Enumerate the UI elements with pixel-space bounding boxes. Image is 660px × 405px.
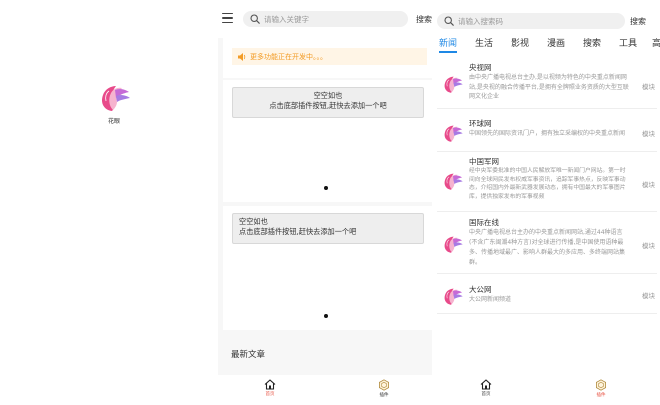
tab-more[interactable]: 高 bbox=[652, 36, 660, 49]
hexagon-plugin-icon bbox=[378, 379, 390, 391]
plugin-desc: 由中央广播电视总台主办,是以视频为特色的中央重点新闻网站,是央视的融合传播平台,… bbox=[469, 74, 629, 100]
plugin-type: 模块 bbox=[642, 83, 655, 91]
nav-label-plugins: 插件 bbox=[596, 393, 606, 398]
butterfly-logo-icon bbox=[442, 172, 464, 192]
notice-text: 更多功能正在开发中。。。 bbox=[250, 52, 327, 61]
home-icon bbox=[480, 379, 492, 390]
home-screen: 搜索 更多功能正在开发中。。。 空空如也 点击底部插件按钮,赶快去添加一个吧 空… bbox=[218, 0, 432, 405]
plugin-item[interactable]: 央视网 由中央广播电视总台主办,是以视频为特色的中央重点新闻网站,是央视的融合传… bbox=[437, 62, 657, 109]
tab-tools[interactable]: 工具 bbox=[619, 36, 637, 49]
top-bar: 搜索 bbox=[218, 0, 432, 38]
page-indicator-dot bbox=[324, 186, 328, 190]
tab-news[interactable]: 新闻 bbox=[439, 36, 457, 49]
speaker-icon bbox=[238, 52, 246, 61]
empty-title: 空空如也 bbox=[239, 217, 268, 226]
tab-comics[interactable]: 漫画 bbox=[547, 36, 565, 49]
search-icon bbox=[444, 16, 454, 26]
plugin-item[interactable]: 大公网 大公网新闻频道 模块 bbox=[437, 284, 657, 314]
plugin-name: 国际在线 bbox=[469, 218, 499, 227]
app-name: 花眼 bbox=[107, 118, 120, 125]
butterfly-logo-icon bbox=[98, 84, 132, 114]
butterfly-logo-icon bbox=[442, 287, 464, 307]
home-search-button[interactable]: 搜索 bbox=[416, 14, 432, 25]
plugin-name: 环球网 bbox=[469, 119, 492, 128]
empty-hint: 点击底部插件按钮,赶快去添加一个吧 bbox=[269, 101, 387, 110]
nav-label-home: 首页 bbox=[481, 392, 491, 397]
plugin-type: 模块 bbox=[642, 242, 655, 250]
splash-screen: 花眼 bbox=[0, 0, 218, 405]
nav-item-plugins[interactable]: 插件 bbox=[364, 379, 404, 398]
plugin-item[interactable]: 国际在线 中央广播电视总台主办的中央重点新闻网站,通过44种语言(不含广东闽潮4… bbox=[437, 217, 657, 274]
plugin-type: 模块 bbox=[642, 181, 655, 189]
plugin-type: 模块 bbox=[642, 292, 655, 300]
home-search-box[interactable] bbox=[243, 11, 408, 27]
plugin-item[interactable]: 环球网 中国领先的国际资讯门户，拥有独立采编权的中央重点新闻 模块 bbox=[437, 118, 657, 152]
latest-articles-title: 最新文章 bbox=[231, 350, 266, 360]
empty-hint: 点击底部插件按钮,赶快去添加一个吧 bbox=[239, 227, 357, 236]
tab-movies[interactable]: 影视 bbox=[511, 36, 529, 49]
home-icon bbox=[264, 379, 276, 390]
bottom-nav: 首页 插件 bbox=[218, 375, 432, 405]
nav-label-home: 首页 bbox=[265, 392, 275, 397]
plugin-type: 模块 bbox=[642, 130, 655, 138]
empty-plugin-box[interactable]: 空空如也 点击底部插件按钮,赶快去添加一个吧 bbox=[232, 213, 424, 244]
category-tabs: 新闻 生活 影视 漫画 搜索 工具 高 bbox=[432, 36, 660, 54]
hamburger-menu-icon[interactable] bbox=[222, 13, 233, 24]
search-icon bbox=[250, 14, 260, 24]
plugin-desc: 经中央军委批准的中国人民解放军唯一新闻门户网站。第一时间向全球网民发布权威军事资… bbox=[469, 168, 626, 200]
plugin-search-input[interactable] bbox=[458, 16, 625, 26]
plugin-desc: 中央广播电视总台主办的中央重点新闻网站,通过44种语言(不含广东闽潮4种方言)对… bbox=[469, 229, 626, 266]
plugin-name: 央视网 bbox=[469, 63, 492, 72]
plugins-screen: 搜索 新闻 生活 影视 漫画 搜索 工具 高 央视网 由中央广播电视总台主办,是… bbox=[432, 0, 660, 405]
plugin-desc: 大公网新闻频道 bbox=[469, 296, 512, 303]
nav-label-plugins: 插件 bbox=[379, 393, 389, 398]
plugin-search-box[interactable] bbox=[437, 13, 625, 29]
home-search-input[interactable] bbox=[264, 14, 408, 24]
plugin-search-button[interactable]: 搜索 bbox=[630, 16, 646, 27]
nav-item-plugins[interactable]: 插件 bbox=[581, 379, 621, 398]
butterfly-logo-icon bbox=[442, 124, 464, 144]
plugin-card: 空空如也 点击底部插件按钮,赶快去添加一个吧 bbox=[223, 80, 432, 202]
plugin-item[interactable]: 中国军网 经中央军委批准的中国人民解放军唯一新闻门户网站。第一时间向全球网民发布… bbox=[437, 156, 657, 212]
plugin-desc: 中国领先的国际资讯门户，拥有独立采编权的中央重点新闻 bbox=[469, 130, 626, 137]
active-tab-indicator bbox=[439, 51, 457, 53]
plugin-name: 大公网 bbox=[469, 285, 492, 294]
hexagon-plugin-icon bbox=[595, 379, 607, 391]
bottom-nav: 首页 插件 bbox=[432, 375, 660, 405]
notice-banner: 更多功能正在开发中。。。 bbox=[232, 48, 427, 65]
page-indicator-dot bbox=[324, 314, 328, 318]
tab-life[interactable]: 生活 bbox=[475, 36, 493, 49]
nav-item-home[interactable]: 首页 bbox=[466, 379, 506, 397]
empty-title: 空空如也 bbox=[313, 91, 343, 100]
nav-item-home[interactable]: 首页 bbox=[250, 379, 290, 397]
plugin-name: 中国军网 bbox=[469, 157, 499, 166]
butterfly-logo-icon bbox=[442, 75, 464, 95]
tab-search[interactable]: 搜索 bbox=[583, 36, 601, 49]
empty-plugin-box[interactable]: 空空如也 点击底部插件按钮,赶快去添加一个吧 bbox=[232, 87, 424, 118]
butterfly-logo-icon bbox=[442, 235, 464, 255]
plugin-card: 空空如也 点击底部插件按钮,赶快去添加一个吧 bbox=[223, 206, 432, 330]
notice-card: 更多功能正在开发中。。。 bbox=[223, 38, 432, 78]
